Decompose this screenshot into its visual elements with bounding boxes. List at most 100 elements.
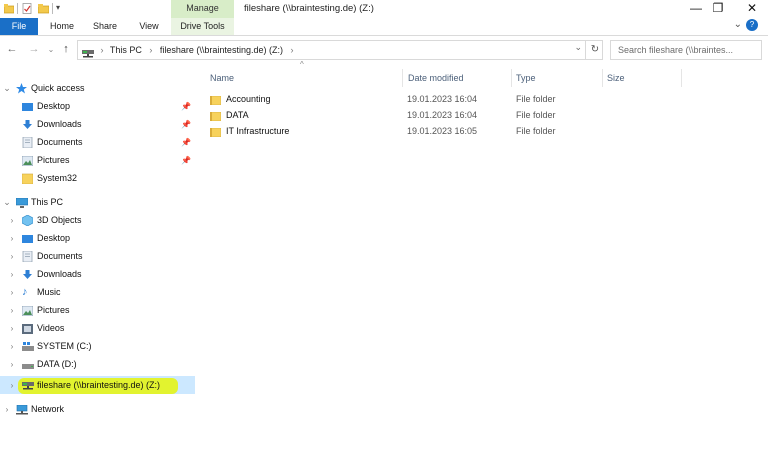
documents-icon	[22, 136, 33, 149]
title-bar: ▾	[0, 0, 768, 18]
tree-item-system32[interactable]: System32	[0, 170, 195, 187]
drive-icon	[22, 359, 34, 369]
file-row-data[interactable]: DATA 19.01.2023 16:04 File folder	[206, 107, 766, 123]
search-placeholder: Search fileshare (\\braintes...	[618, 45, 734, 55]
properties-icon[interactable]	[22, 3, 32, 14]
tree-item-desktop-pinned[interactable]: Desktop 📌	[0, 98, 195, 115]
network-drive-icon	[82, 46, 94, 58]
tree-item-pictures[interactable]: › Pictures	[0, 302, 195, 319]
chevron-right-icon[interactable]: ›	[8, 320, 16, 337]
tab-share[interactable]: Share	[89, 18, 121, 35]
tree-item-pictures-pinned[interactable]: Pictures 📌	[0, 152, 195, 169]
tree-item-music[interactable]: › ♪ Music	[0, 284, 195, 301]
pictures-icon	[21, 155, 34, 167]
expand-ribbon-icon[interactable]: ⌄	[734, 19, 742, 30]
column-divider[interactable]	[602, 69, 603, 87]
tab-file[interactable]: File	[0, 18, 38, 35]
tree-item-downloads-pinned[interactable]: Downloads 📌	[0, 116, 195, 133]
tree-network[interactable]: › Network	[0, 401, 195, 418]
tree-this-pc[interactable]: ⌄ This PC	[0, 194, 195, 211]
close-button[interactable]: ✕	[732, 0, 768, 18]
chevron-right-icon[interactable]: ›	[8, 338, 16, 355]
column-header-date[interactable]: Date modified	[408, 69, 464, 87]
forward-button[interactable]: →	[27, 41, 41, 58]
network-icon	[16, 404, 28, 415]
tree-quick-access[interactable]: ⌄ Quick access	[0, 80, 195, 97]
chevron-down-icon[interactable]: ⌄	[3, 80, 11, 97]
folder-icon	[209, 110, 222, 122]
chevron-right-icon[interactable]: ›	[8, 284, 16, 301]
file-date: 19.01.2023 16:04	[407, 110, 478, 120]
pin-icon[interactable]: 📌	[181, 152, 191, 169]
windows-drive-icon	[22, 341, 34, 351]
chevron-right-icon[interactable]: ›	[8, 302, 16, 319]
tree-item-system-c[interactable]: › SYSTEM (C:)	[0, 338, 195, 355]
file-date: 19.01.2023 16:05	[407, 126, 478, 136]
manage-context-label: Manage	[171, 0, 234, 18]
address-bar[interactable]: › This PC › fileshare (\\braintesting.de…	[77, 40, 603, 60]
3d-objects-icon	[21, 214, 34, 227]
file-type: File folder	[516, 94, 556, 104]
music-icon: ♪	[22, 286, 28, 298]
tree-item-data-d[interactable]: › DATA (D:)	[0, 356, 195, 373]
help-icon[interactable]: ?	[746, 19, 758, 31]
tree-item-documents-pinned[interactable]: Documents 📌	[0, 134, 195, 151]
file-type: File folder	[516, 126, 556, 136]
chevron-right-icon[interactable]: ›	[8, 377, 16, 394]
file-row-it-infrastructure[interactable]: IT Infrastructure 19.01.2023 16:05 File …	[206, 123, 766, 139]
chevron-right-icon[interactable]: ›	[8, 266, 16, 283]
navigation-pane: ⌄ Quick access Desktop 📌 Downloads 📌 Doc…	[0, 66, 195, 465]
ribbon-tabs: File Home Share View Drive Tools ⌄ ?	[0, 18, 768, 36]
file-date: 19.01.2023 16:04	[407, 94, 478, 104]
address-dropdown-icon[interactable]: ⌄	[574, 42, 582, 53]
refresh-button[interactable]: ↻	[585, 41, 604, 59]
pin-icon[interactable]: 📌	[181, 134, 191, 151]
up-button[interactable]: ↑	[59, 41, 73, 58]
app-folder-icon	[3, 3, 15, 14]
breadcrumb-fileshare[interactable]: fileshare (\\braintesting.de) (Z:)	[160, 45, 283, 55]
folder-icon	[21, 173, 34, 185]
downloads-icon	[22, 119, 33, 129]
column-divider[interactable]	[402, 69, 403, 87]
tree-item-desktop[interactable]: › Desktop	[0, 230, 195, 247]
sort-ascending-icon: ^	[300, 60, 304, 69]
pin-icon[interactable]: 📌	[181, 98, 191, 115]
tab-drive-tools[interactable]: Drive Tools	[171, 18, 234, 35]
tree-item-3d-objects[interactable]: › 3D Objects	[0, 212, 195, 229]
window-title: fileshare (\\braintesting.de) (Z:)	[244, 3, 374, 14]
pictures-icon	[21, 305, 34, 317]
documents-icon	[22, 250, 33, 263]
chevron-right-icon[interactable]: ›	[8, 248, 16, 265]
chevron-right-icon[interactable]: ›	[8, 230, 16, 247]
column-header-name[interactable]: Name	[210, 69, 234, 87]
network-drive-icon	[22, 380, 34, 390]
new-folder-icon[interactable]	[37, 3, 50, 14]
customize-toolbar-icon[interactable]: ▾	[56, 3, 66, 14]
breadcrumb-separator: ›	[100, 45, 104, 55]
videos-icon	[22, 323, 33, 334]
chevron-down-icon[interactable]: ⌄	[3, 194, 11, 211]
tab-view[interactable]: View	[133, 18, 165, 35]
folder-icon	[209, 94, 222, 106]
breadcrumb-this-pc[interactable]: This PC	[110, 45, 142, 55]
separator	[17, 3, 18, 14]
file-row-accounting[interactable]: Accounting 19.01.2023 16:04 File folder	[206, 91, 766, 107]
folder-icon	[209, 126, 222, 138]
chevron-right-icon[interactable]: ›	[8, 212, 16, 229]
search-input[interactable]: Search fileshare (\\braintes...	[610, 40, 762, 60]
column-header-type[interactable]: Type	[516, 69, 536, 87]
tree-item-fileshare-z[interactable]: › fileshare (\\braintesting.de) (Z:)	[0, 377, 195, 394]
pin-icon[interactable]: 📌	[181, 116, 191, 133]
tree-item-documents[interactable]: › Documents	[0, 248, 195, 265]
chevron-right-icon[interactable]: ›	[3, 401, 11, 418]
recent-locations-button[interactable]: ⌄	[44, 41, 58, 58]
chevron-right-icon[interactable]: ›	[8, 356, 16, 373]
back-button[interactable]: ←	[5, 41, 19, 58]
column-divider[interactable]	[511, 69, 512, 87]
tab-home[interactable]: Home	[46, 18, 78, 35]
column-header-size[interactable]: Size	[607, 69, 625, 87]
tree-item-downloads[interactable]: › Downloads	[0, 266, 195, 283]
column-divider[interactable]	[681, 69, 682, 87]
file-type: File folder	[516, 110, 556, 120]
tree-item-videos[interactable]: › Videos	[0, 320, 195, 337]
